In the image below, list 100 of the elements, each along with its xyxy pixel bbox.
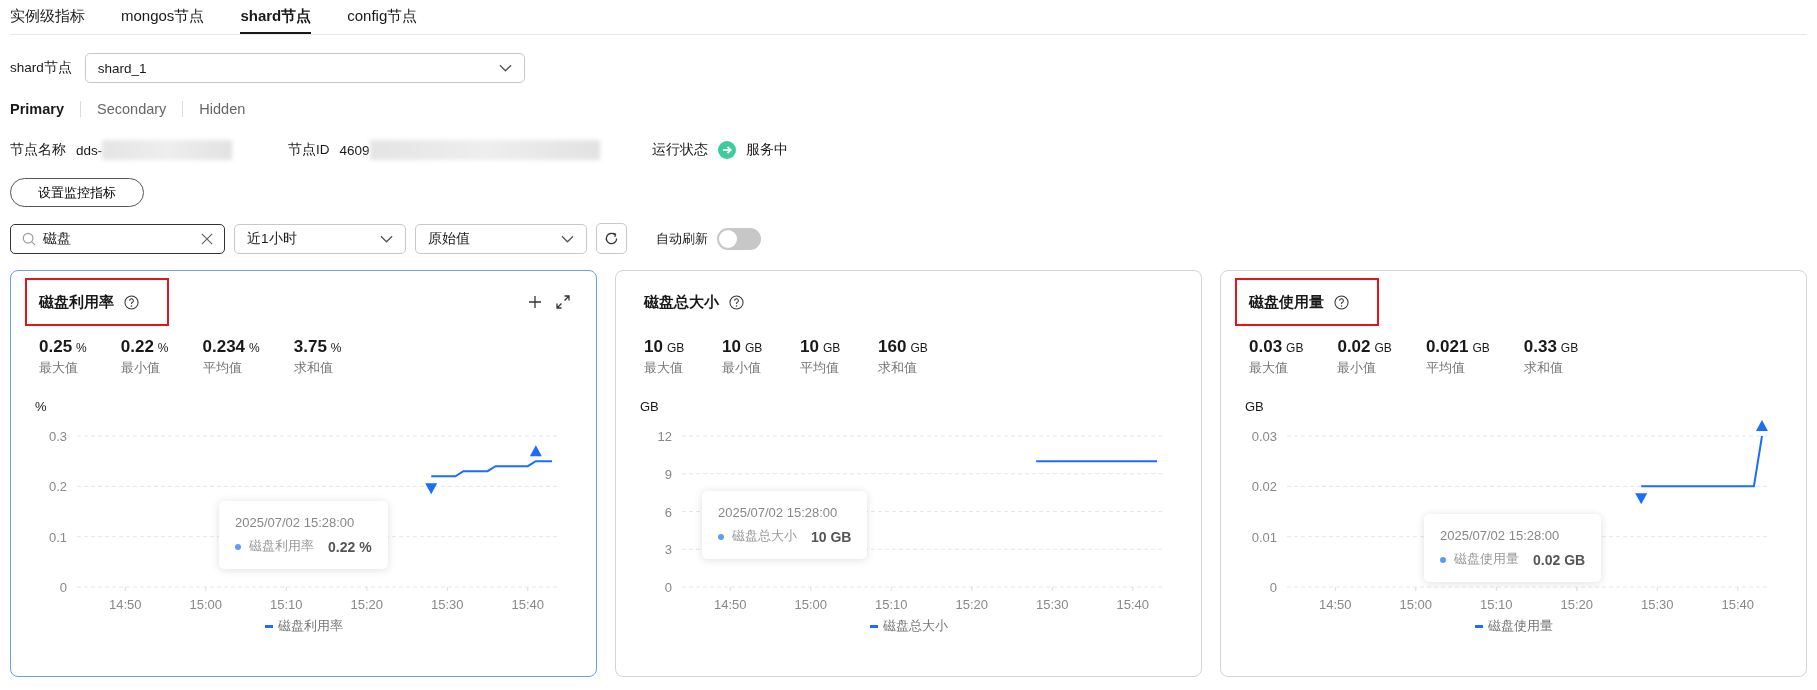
info-label: 节点名称 [10,141,66,159]
axis-tick-label: 15:20 [350,597,384,612]
axis-tick-label: 14:50 [714,597,747,612]
search-field[interactable]: 磁盘 [10,223,225,254]
axis-tick-label: 0.1 [48,529,67,545]
auto-refresh-label: 自动刷新 [656,229,708,248]
axis-tick-label: 15:10 [1480,597,1513,612]
stat-unit: % [330,341,342,355]
stat-unit: GB [666,341,685,355]
auto-refresh-toggle[interactable] [717,227,761,250]
axis-tick-label: 0 [59,580,67,595]
axis-tick-label: 15:30 [1036,597,1069,612]
role-tab[interactable]: Secondary [81,101,183,117]
axis-tick-label: 15:40 [1721,597,1755,612]
stat-label: 最大值 [644,359,684,377]
axis-tick-label: 0.3 [48,429,67,444]
max-marker [529,445,542,457]
axis-tick-label: 15:20 [955,597,989,612]
tooltip-series: 磁盘总大小 [732,528,797,545]
legend-swatch [1474,625,1483,628]
search-icon [22,231,36,246]
axis-tick-label: 3 [664,542,672,558]
chart-title: 磁盘使用量 [1249,292,1324,312]
tooltip-value: 10 GB [811,528,852,545]
axis-tick-label: 15:30 [431,597,464,612]
stat-value: 0.02 [1337,337,1371,357]
caret-icon [498,64,512,72]
chart-title: 磁盘利用率 [39,292,114,312]
help-icon[interactable] [729,294,744,310]
max-marker [1755,420,1768,431]
stat-label: 求和值 [878,359,918,377]
legend-label[interactable]: 磁盘总大小 [882,618,948,635]
tooltip-value: 0.22 % [328,538,372,555]
stat-value: 10 [722,337,741,357]
axis-tick-label: 0 [664,580,672,595]
stat-label: 平均值 [202,359,243,377]
stat-unit: GB [1286,341,1304,355]
tab[interactable]: shard节点 [240,0,312,34]
axis-tick-label: 0.01 [1251,529,1277,545]
axis-tick-label: 0.03 [1251,429,1277,444]
axis-tick-label: 0.2 [48,479,67,495]
stat-label: 求和值 [293,359,334,377]
series-dot [1440,556,1446,563]
stat-label: 最小值 [722,359,762,377]
tab[interactable]: mongos节点 [121,0,205,34]
info-value: 4609 [339,142,370,158]
tooltip-time: 2025/07/02 15:28:00 [235,515,356,530]
stat-unit: % [157,341,169,355]
role-tab[interactable]: Primary [10,101,80,117]
node-select[interactable]: shard_1 [84,53,525,83]
help-icon[interactable] [124,294,139,310]
stat-label: 最大值 [39,359,79,377]
info-value: 服务中 [746,141,788,159]
stat-label: 平均值 [800,359,840,377]
axis-tick-label: 14:50 [1319,597,1352,612]
axis-tick-label: 0.02 [1251,479,1277,495]
field-label: shard节点 [10,59,72,77]
stat-value: 0.03 [1249,337,1283,357]
stat-value: 0.021 [1425,337,1469,357]
legend-swatch [869,625,878,628]
period-select[interactable]: 近1小时 [234,223,406,254]
stat-label: 最小值 [1337,359,1378,377]
set-metrics-button[interactable]: 设置监控指标 [10,178,144,207]
axis-tick-label: 15:40 [511,597,545,612]
axis-tick-label: 15:30 [1641,597,1674,612]
axis-tick-label: 9 [664,466,672,482]
plus-icon[interactable] [528,295,542,309]
info-label: 运行状态 [652,141,708,159]
tooltip-value: 0.02 GB [1533,551,1586,568]
value-type-select[interactable]: 原始值 [415,223,587,254]
axis-unit-label: % [35,399,47,414]
role-tab[interactable]: Hidden [183,101,262,117]
stat-value: 0.22 [120,337,154,357]
stat-value: 10 [644,337,663,357]
series-dot [235,543,241,550]
tab[interactable]: config节点 [347,0,418,34]
stat-value: 0.33 [1523,337,1557,357]
expand-icon[interactable] [556,295,570,309]
axis-tick-label: 6 [664,504,672,520]
stat-unit: GB [744,341,763,355]
stat-unit: GB [910,341,928,355]
stat-value: 3.75 [293,337,327,357]
stat-label: 求和值 [1523,359,1564,377]
help-icon[interactable] [1334,294,1349,310]
axis-tick-label: 15:00 [794,597,828,612]
legend-label[interactable]: 磁盘利用率 [277,618,343,635]
axis-tick-label: 15:00 [1399,597,1433,612]
info-label: 节点ID [288,141,330,159]
axis-tick-label: 0 [1269,580,1277,595]
tab[interactable]: 实例级指标 [10,0,85,34]
clear-icon[interactable] [201,232,213,245]
axis-tick-label: 15:40 [1116,597,1150,612]
stat-value: 0.234 [202,337,246,357]
refresh-button[interactable] [596,223,627,254]
axis-tick-label: 15:20 [1560,597,1594,612]
info-value: dds- [76,142,103,158]
stat-value: 160 [878,337,907,357]
legend-label[interactable]: 磁盘使用量 [1487,618,1553,635]
refresh-icon [604,231,619,246]
stat-label: 最大值 [1249,359,1289,377]
